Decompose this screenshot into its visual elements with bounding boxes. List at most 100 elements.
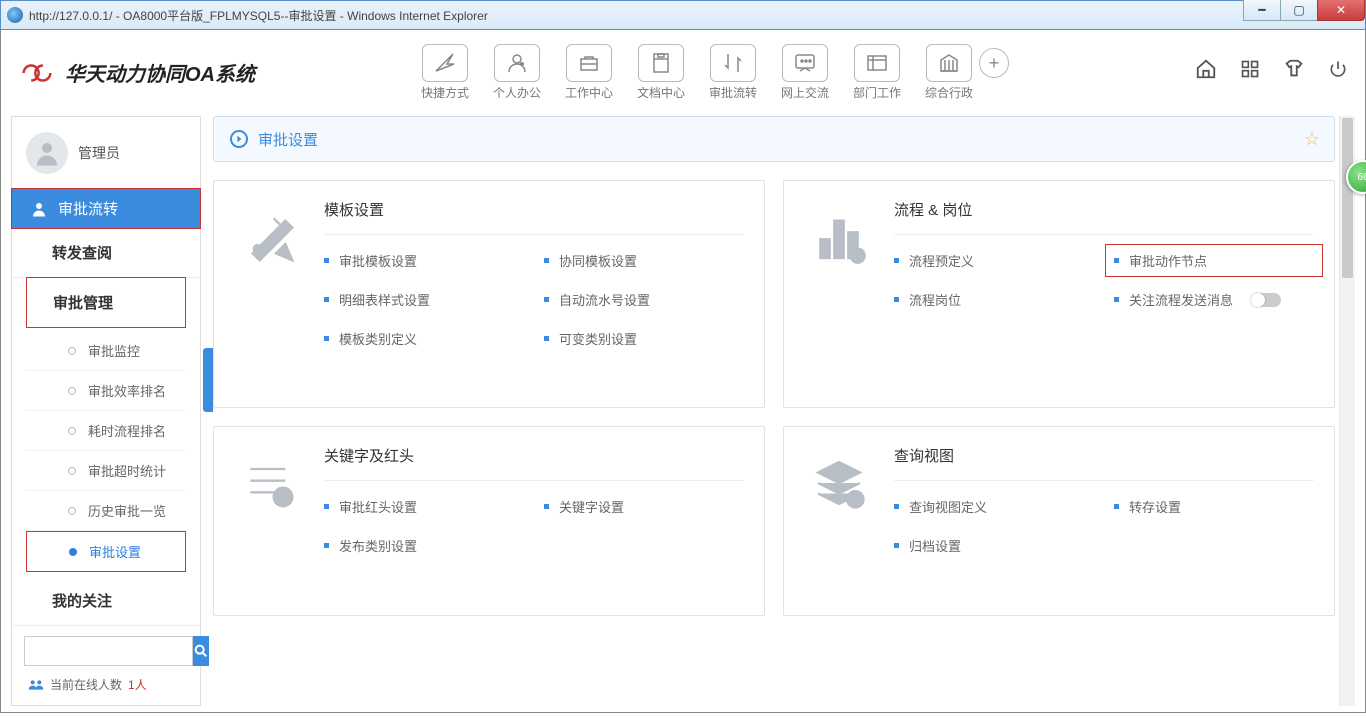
card-icon <box>214 181 324 407</box>
nav-icon <box>494 44 540 82</box>
user-name: 管理员 <box>78 143 120 163</box>
apps-icon[interactable] <box>1239 58 1261 80</box>
card-link[interactable]: 转存设置 <box>1114 497 1314 516</box>
nav-item-2[interactable]: 工作中心 <box>559 44 619 101</box>
sidebar-item[interactable]: 审批监控 <box>26 331 186 371</box>
nav-item-0[interactable]: 快捷方式 <box>415 44 475 101</box>
card-title: 流程 & 岗位 <box>894 199 1314 235</box>
card-link[interactable]: 归档设置 <box>894 536 1094 555</box>
breadcrumb-arrow-icon <box>230 130 248 148</box>
card-icon <box>784 181 894 407</box>
sidebar-item[interactable]: 历史审批一览 <box>26 491 186 531</box>
window-title: http://127.0.0.1/ - OA8000平台版_FPLMYSQL5-… <box>29 7 488 24</box>
logo-icon <box>17 62 57 84</box>
card-link[interactable]: 审批模板设置 <box>324 251 524 270</box>
card-title: 模板设置 <box>324 199 744 235</box>
nav-item-7[interactable]: 综合行政 <box>919 44 979 101</box>
card-link[interactable]: 明细表样式设置 <box>324 290 524 309</box>
skin-icon[interactable] <box>1283 58 1305 80</box>
nav-icon <box>422 44 468 82</box>
sidebar-item-label: 审批超时统计 <box>88 461 166 480</box>
card-link[interactable]: 审批红头设置 <box>324 497 524 516</box>
bullet-icon <box>68 347 76 355</box>
sidebar-primary-label: 审批流转 <box>58 198 118 219</box>
nav-item-4[interactable]: 审批流转 <box>703 44 763 101</box>
card-link[interactable]: 流程预定义 <box>894 251 1094 270</box>
card-icon <box>784 427 894 615</box>
card-link[interactable]: 流程岗位 <box>894 290 1094 309</box>
window-minimize-button[interactable]: ━ <box>1243 0 1281 21</box>
content-scrollbar[interactable] <box>1339 116 1355 706</box>
nav-item-5[interactable]: 网上交流 <box>775 44 835 101</box>
window-titlebar: http://127.0.0.1/ - OA8000平台版_FPLMYSQL5-… <box>0 0 1366 30</box>
nav-icon <box>782 44 828 82</box>
card-link[interactable]: 审批动作节点 <box>1105 244 1323 277</box>
sidebar-group[interactable]: 转发查阅 <box>12 228 200 278</box>
sidebar-collapse-handle[interactable] <box>203 348 213 412</box>
card-link[interactable]: 查询视图定义 <box>894 497 1094 516</box>
nav-icon <box>638 44 684 82</box>
sidebar-group[interactable]: 我的关注 <box>12 576 200 626</box>
online-users: 当前在线人数 1人 <box>24 666 188 695</box>
scrollbar-thumb[interactable] <box>1342 118 1353 278</box>
sidebar-item[interactable]: 审批超时统计 <box>26 451 186 491</box>
sidebar-search-button[interactable] <box>193 636 209 666</box>
sidebar-search-input[interactable] <box>24 636 193 666</box>
breadcrumb-text: 审批设置 <box>258 129 318 150</box>
card-link[interactable]: 发布类别设置 <box>324 536 524 555</box>
sidebar-group[interactable]: 审批管理 <box>26 277 186 328</box>
search-icon <box>193 643 209 659</box>
nav-label: 个人办公 <box>487 84 547 101</box>
nav-icon <box>566 44 612 82</box>
avatar <box>26 132 68 174</box>
toggle-switch[interactable] <box>1251 293 1281 307</box>
user-block: 管理员 <box>12 117 200 189</box>
nav-label: 网上交流 <box>775 84 835 101</box>
nav-label: 审批流转 <box>703 84 763 101</box>
power-icon[interactable] <box>1327 58 1349 80</box>
settings-card: 关键字及红头审批红头设置 关键字设置发布类别设置 <box>213 426 765 616</box>
settings-card: 模板设置审批模板设置 协同模板设置明细表样式设置 自动流水号设置模板类别定义 可变类别… <box>213 180 765 408</box>
sidebar-item[interactable]: 审批设置 <box>26 531 186 572</box>
card-link[interactable]: 协同模板设置 <box>544 251 744 270</box>
card-link[interactable]: 关键字设置 <box>544 497 744 516</box>
sidebar-item-label: 历史审批一览 <box>88 501 166 520</box>
sidebar-item-label: 审批设置 <box>89 542 141 561</box>
bullet-icon <box>69 548 77 556</box>
nav-label: 部门工作 <box>847 84 907 101</box>
sidebar-item[interactable]: 耗时流程排名 <box>26 411 186 451</box>
bullet-icon <box>68 507 76 515</box>
ie-icon <box>7 7 23 23</box>
card-link[interactable]: 可变类别设置 <box>544 329 744 348</box>
nav-label: 工作中心 <box>559 84 619 101</box>
bullet-icon <box>68 427 76 435</box>
nav-item-3[interactable]: 文档中心 <box>631 44 691 101</box>
home-icon[interactable] <box>1195 58 1217 80</box>
window-maximize-button[interactable]: ▢ <box>1280 0 1318 21</box>
card-title: 关键字及红头 <box>324 445 744 481</box>
sidebar-primary-button[interactable]: 审批流转 <box>11 188 201 229</box>
users-icon <box>28 679 44 691</box>
sidebar-item-label: 审批效率排名 <box>88 381 166 400</box>
content: 审批设置 ☆ 模板设置审批模板设置 协同模板设置明细表样式设置 自动流水号设置模板类… <box>213 116 1355 706</box>
sidebar-item[interactable]: 审批效率排名 <box>26 371 186 411</box>
nav-icon <box>926 44 972 82</box>
favorite-star-icon[interactable]: ☆ <box>1304 129 1320 150</box>
nav-item-1[interactable]: 个人办公 <box>487 44 547 101</box>
nav-label: 文档中心 <box>631 84 691 101</box>
card-link[interactable]: 模板类别定义 <box>324 329 524 348</box>
bullet-icon <box>68 467 76 475</box>
nav-add-button[interactable]: + <box>979 48 1009 78</box>
nav-label: 快捷方式 <box>415 84 475 101</box>
breadcrumb-bar: 审批设置 ☆ <box>213 116 1335 162</box>
card-icon <box>214 427 324 615</box>
logo: 华天动力协同OA系统 <box>17 58 255 87</box>
topbar: 华天动力协同OA系统 快捷方式个人办公工作中心文档中心审批流转网上交流部门工作综… <box>7 36 1359 116</box>
card-link[interactable]: 关注流程发送消息 <box>1114 290 1314 309</box>
window-close-button[interactable]: ✕ <box>1317 0 1365 21</box>
sidebar: 管理员 审批流转 转发查阅审批管理审批监控审批效率排名耗时流程排名审批超时统计历… <box>11 116 201 706</box>
nav-item-6[interactable]: 部门工作 <box>847 44 907 101</box>
nav-label: 综合行政 <box>919 84 979 101</box>
card-link[interactable]: 自动流水号设置 <box>544 290 744 309</box>
settings-card: 流程 & 岗位流程预定义审批动作节点流程岗位 关注流程发送消息 <box>783 180 1335 408</box>
